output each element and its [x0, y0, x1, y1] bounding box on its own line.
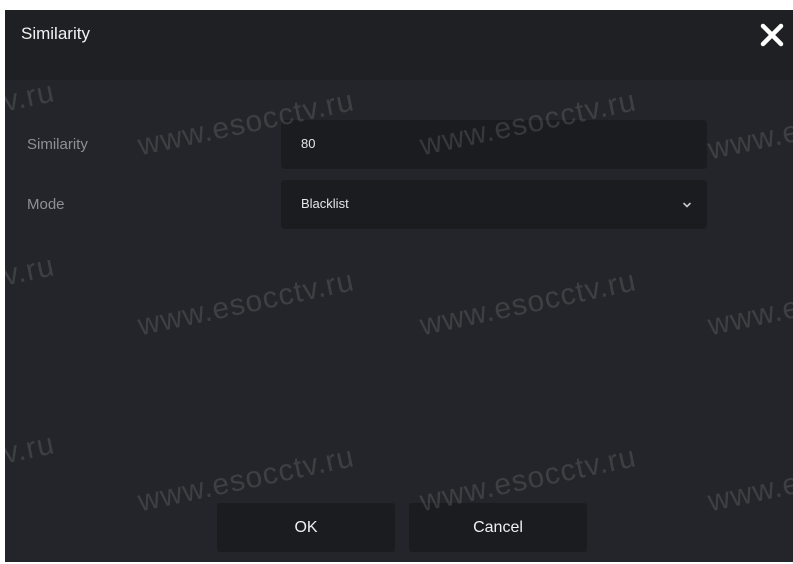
- similarity-label: Similarity: [27, 136, 88, 153]
- similarity-value: 80: [301, 136, 316, 151]
- close-icon[interactable]: [757, 20, 787, 50]
- similarity-input[interactable]: 80: [281, 120, 707, 169]
- watermark: tv.ru: [5, 427, 58, 473]
- chevron-down-icon: [681, 198, 693, 216]
- watermark: www.e: [705, 466, 793, 519]
- mode-select[interactable]: Blacklist: [281, 180, 707, 229]
- watermark: www.esocctv.ru: [135, 264, 358, 343]
- dialog-titlebar: Similarity: [5, 10, 793, 80]
- watermark: tv.ru: [5, 75, 58, 121]
- watermark: tv.ru: [5, 249, 58, 295]
- watermark: www.e: [705, 114, 793, 167]
- cancel-button[interactable]: Cancel: [409, 503, 587, 552]
- mode-label: Mode: [27, 196, 65, 213]
- mode-value: Blacklist: [301, 196, 349, 211]
- dialog-title: Similarity: [21, 24, 90, 43]
- ok-button[interactable]: OK: [217, 503, 395, 552]
- similarity-dialog: Similarity Similarity 80 Mode Blacklist …: [5, 10, 793, 562]
- watermark: www.e: [705, 290, 793, 343]
- watermark: www.esocctv.ru: [417, 264, 640, 343]
